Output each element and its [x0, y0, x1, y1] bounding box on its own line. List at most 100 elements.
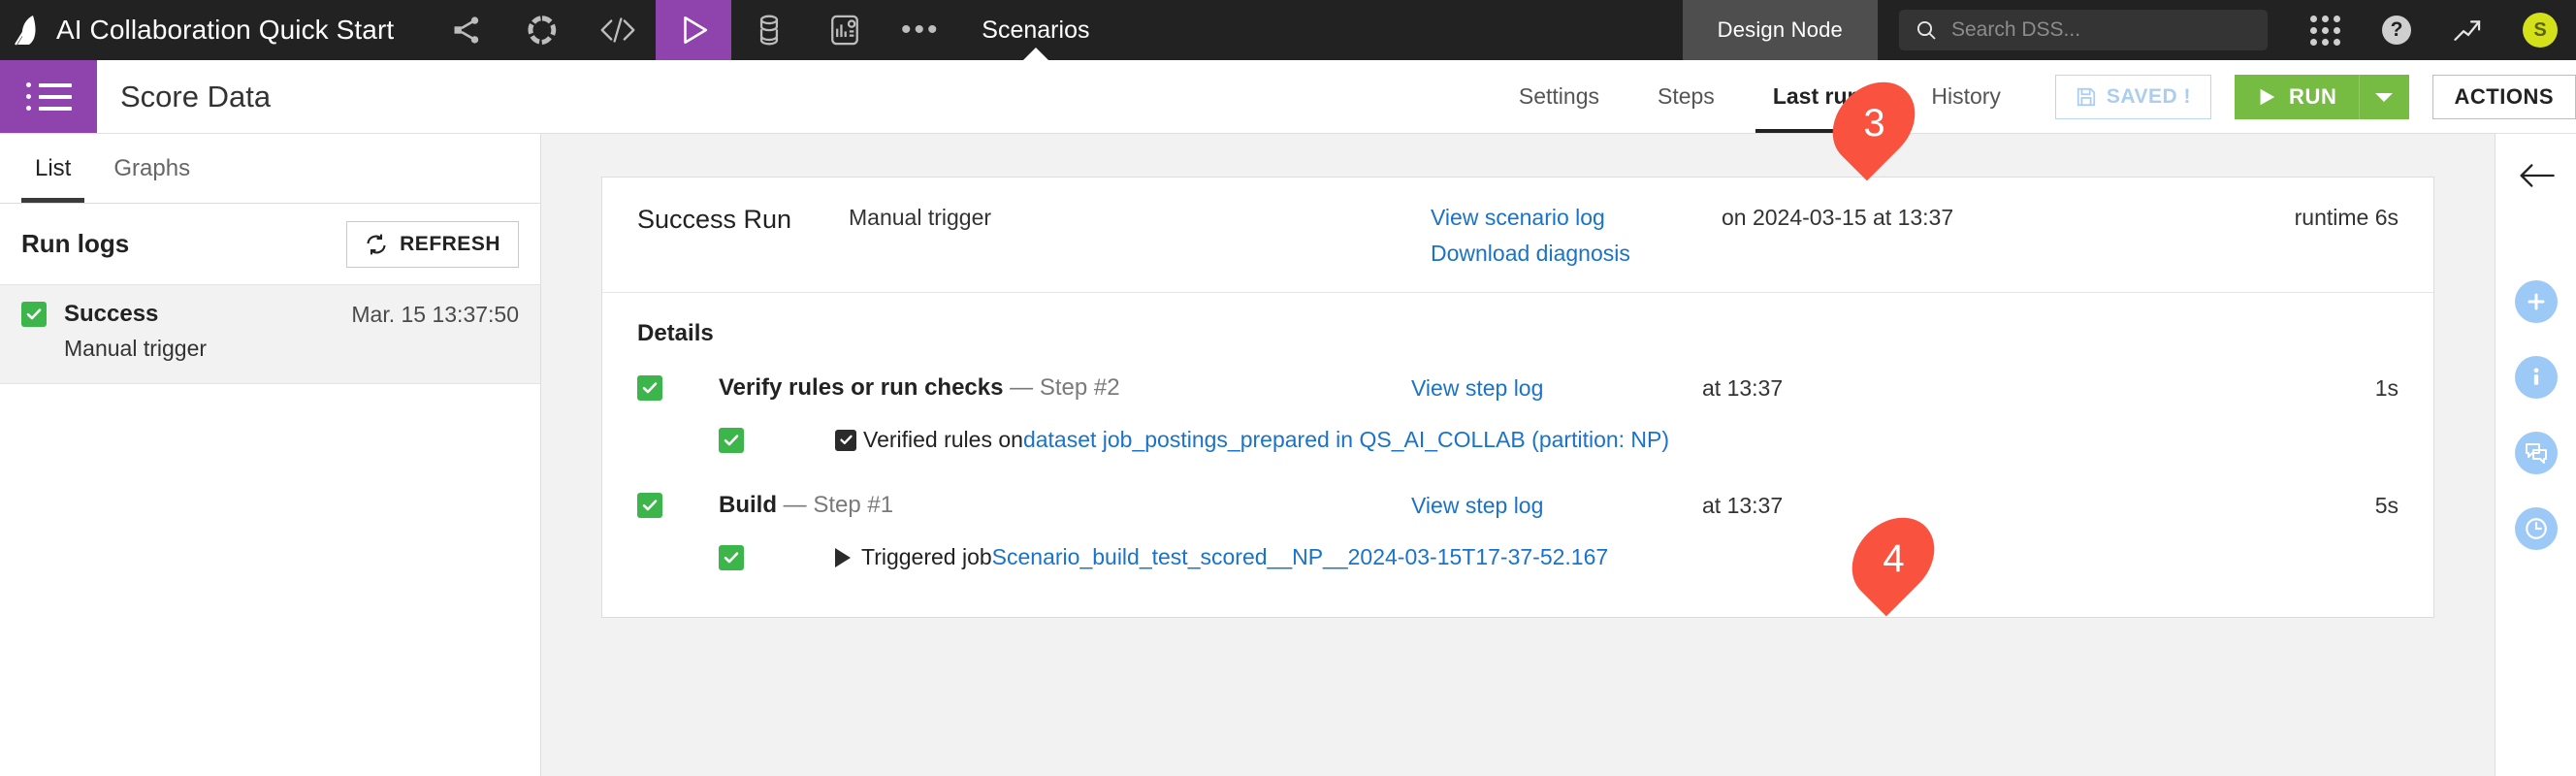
header-actions: SAVED ! RUN ACTIONS — [2030, 60, 2576, 133]
help-icon[interactable]: ? — [2361, 0, 2432, 60]
top-navigation-bar: AI Collaboration Quick Start — [0, 0, 2576, 60]
run-detail-card: Success Run Manual trigger View scenario… — [601, 177, 2434, 618]
view-step-log-link[interactable]: View step log — [1411, 493, 1543, 518]
section-pointer-notch — [1023, 48, 1048, 60]
callout-4-number: 4 — [1883, 537, 1904, 581]
more-icon[interactable]: ••• — [883, 0, 958, 60]
step-link-cell: View step log — [1411, 375, 1702, 402]
section-label-text: Scenarios — [982, 16, 1089, 45]
tab-list[interactable]: List — [14, 134, 92, 203]
refresh-button[interactable]: REFRESH — [346, 221, 519, 268]
step-duration: 5s — [2340, 493, 2399, 519]
run-card-links: View scenario log Download diagnosis — [1431, 205, 1722, 267]
run-logs-empty-space — [0, 384, 540, 776]
run-status: Success — [64, 301, 158, 328]
view-step-log-link[interactable]: View step log — [1411, 375, 1543, 401]
chevron-down-icon — [2373, 90, 2395, 104]
step-number: — Step #2 — [1010, 374, 1119, 401]
discussions-icon[interactable] — [2515, 432, 2558, 474]
save-disk-icon — [2076, 86, 2097, 108]
sub-prefix: Triggered job — [861, 544, 992, 570]
run-logs-header: Run logs REFRESH — [0, 204, 540, 285]
callout-3-number: 3 — [1863, 102, 1884, 146]
tab-history[interactable]: History — [1902, 60, 2030, 133]
step-status-cell — [637, 375, 719, 401]
tab-settings[interactable]: Settings — [1490, 60, 1628, 133]
tab-steps[interactable]: Steps — [1628, 60, 1744, 133]
sub-text: Triggered job Scenario_build_test_scored… — [835, 544, 1608, 570]
play-icon[interactable] — [656, 0, 731, 60]
step-sub-row: Verified rules on dataset job_postings_p… — [637, 409, 2399, 470]
table-row: Build — Step #1 View step log at 13:37 5… — [637, 492, 2399, 519]
success-check-icon — [637, 375, 662, 401]
run-card-when: on 2024-03-15 at 13:37 — [1722, 205, 2295, 231]
step-duration: 1s — [2340, 375, 2399, 402]
trending-arrow-icon[interactable] — [2432, 0, 2504, 60]
run-card-body: Details Verify rules or run checks — Ste… — [602, 293, 2433, 617]
search-input[interactable]: Search DSS... — [1899, 10, 2268, 50]
avatar-initial: S — [2523, 13, 2558, 48]
main-content: Success Run Manual trigger View scenario… — [541, 134, 2495, 776]
download-diagnosis-link[interactable]: Download diagnosis — [1431, 241, 1722, 267]
flow-icon[interactable] — [504, 0, 580, 60]
step-name: Build — [719, 492, 777, 518]
run-card-header: Success Run Manual trigger View scenario… — [602, 178, 2433, 293]
apps-grid-icon[interactable] — [2289, 0, 2361, 60]
project-title[interactable]: AI Collaboration Quick Start — [56, 0, 429, 60]
code-icon[interactable] — [580, 0, 656, 60]
sub-status-cell — [719, 428, 835, 453]
step-sub-row: Triggered job Scenario_build_test_scored… — [637, 527, 2399, 588]
step-time: at 13:37 — [1702, 493, 2340, 519]
run-card-trigger: Manual trigger — [849, 205, 1431, 231]
run-label: RUN — [2289, 84, 2336, 110]
share-icon[interactable] — [429, 0, 504, 60]
run-button[interactable]: RUN — [2235, 75, 2358, 119]
page-title: Score Data — [97, 60, 271, 133]
view-scenario-log-link[interactable]: View scenario log — [1431, 205, 1722, 231]
search-placeholder: Search DSS... — [1951, 18, 2080, 42]
history-clock-icon[interactable] — [2515, 507, 2558, 550]
design-node-label[interactable]: Design Node — [1683, 0, 1878, 60]
saved-button[interactable]: SAVED ! — [2055, 75, 2211, 119]
step-status-cell — [637, 493, 719, 518]
body-area: List Graphs Run logs REFRESH Success — [0, 134, 2576, 776]
search-icon — [1915, 18, 1938, 42]
right-sidebar — [2495, 134, 2576, 776]
run-card-runtime: runtime 6s — [2295, 205, 2399, 231]
back-arrow-icon[interactable] — [2517, 159, 2556, 197]
dashboard-icon[interactable] — [807, 0, 883, 60]
sub-text: Verified rules on dataset job_postings_p… — [835, 427, 1669, 453]
run-play-icon — [2256, 86, 2277, 108]
step-link-cell: View step log — [1411, 493, 1702, 519]
section-label: Scenarios — [958, 0, 1112, 60]
success-check-icon — [21, 302, 47, 327]
user-avatar[interactable]: S — [2504, 0, 2576, 60]
search-wrapper: Search DSS... — [1878, 0, 2289, 60]
triangle-right-icon[interactable] — [835, 548, 851, 567]
object-header: Score Data Settings Steps Last runs Hist… — [0, 60, 2576, 134]
run-logs-title: Run logs — [21, 229, 129, 259]
dataset-link[interactable]: dataset job_postings_prepared in QS_AI_C… — [1023, 427, 1669, 453]
left-panel-tabs: List Graphs — [0, 134, 540, 204]
topbar-spacer — [1112, 0, 1682, 60]
run-dropdown-button[interactable] — [2359, 75, 2409, 119]
list-item[interactable]: Success Mar. 15 13:37:50 Manual trigger — [0, 285, 540, 384]
info-icon[interactable] — [2515, 356, 2558, 399]
step-time: at 13:37 — [1702, 375, 2340, 402]
step-name: Verify rules or run checks — [719, 374, 1003, 401]
run-logs-panel: List Graphs Run logs REFRESH Success — [0, 134, 541, 776]
success-check-icon — [637, 493, 662, 518]
jobs-icon[interactable] — [731, 0, 807, 60]
scenario-list-icon[interactable] — [0, 60, 97, 133]
refresh-icon — [365, 233, 388, 256]
plus-icon[interactable] — [2515, 280, 2558, 323]
help-glyph: ? — [2382, 16, 2411, 45]
step-name-cell: Build — Step #1 — [719, 492, 1411, 519]
dataiku-bird-logo[interactable] — [0, 0, 56, 60]
tab-graphs[interactable]: Graphs — [92, 134, 211, 203]
refresh-label: REFRESH — [400, 233, 500, 256]
actions-button[interactable]: ACTIONS — [2432, 75, 2576, 119]
step-number: — Step #1 — [784, 492, 893, 518]
job-link[interactable]: Scenario_build_test_scored__NP__2024-03-… — [992, 544, 1609, 570]
run-trigger: Manual trigger — [64, 336, 519, 362]
